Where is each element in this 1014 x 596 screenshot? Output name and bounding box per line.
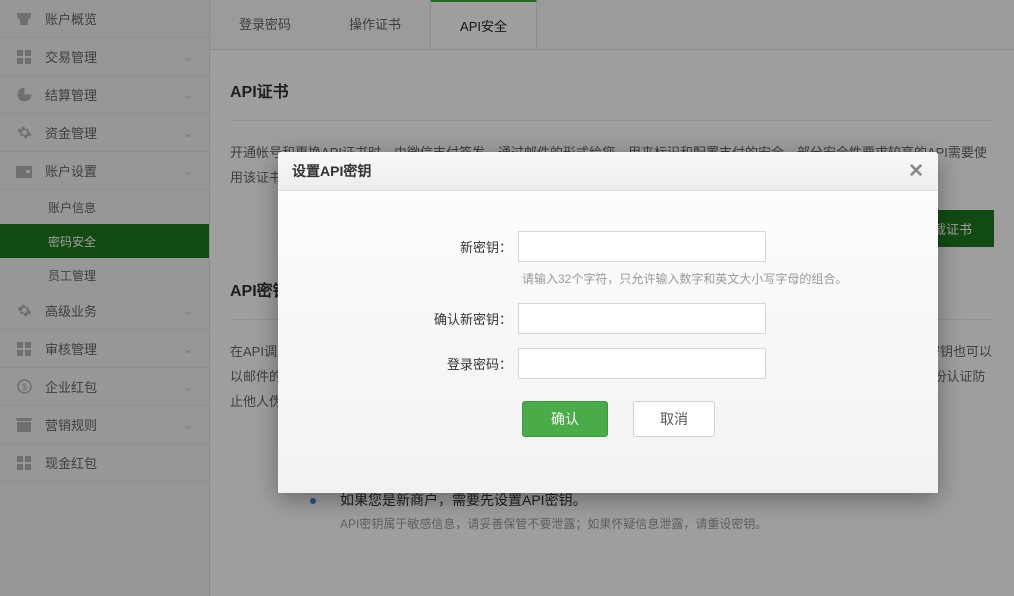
set-api-key-modal: 设置API密钥 ✕ 新密钥： 请输入32个字符，只允许输入数字和英文大小写字母的…	[278, 152, 938, 493]
new-key-input[interactable]	[518, 231, 766, 262]
modal-header: 设置API密钥 ✕	[278, 152, 938, 191]
login-pwd-input[interactable]	[518, 348, 766, 379]
cancel-button[interactable]: 取消	[633, 401, 715, 437]
confirm-button[interactable]: 确认	[522, 401, 608, 437]
confirm-key-input[interactable]	[518, 303, 766, 334]
modal-body: 新密钥： 请输入32个字符，只允许输入数字和英文大小写字母的组合。 确认新密钥：…	[278, 191, 938, 493]
modal-title: 设置API密钥	[292, 161, 371, 181]
login-pwd-label: 登录密码：	[318, 354, 518, 373]
close-icon[interactable]: ✕	[908, 160, 924, 183]
confirm-key-label: 确认新密钥：	[318, 309, 518, 328]
new-key-label: 新密钥：	[318, 237, 518, 256]
new-key-hint: 请输入32个字符，只允许输入数字和英文大小写字母的组合。	[522, 270, 898, 287]
